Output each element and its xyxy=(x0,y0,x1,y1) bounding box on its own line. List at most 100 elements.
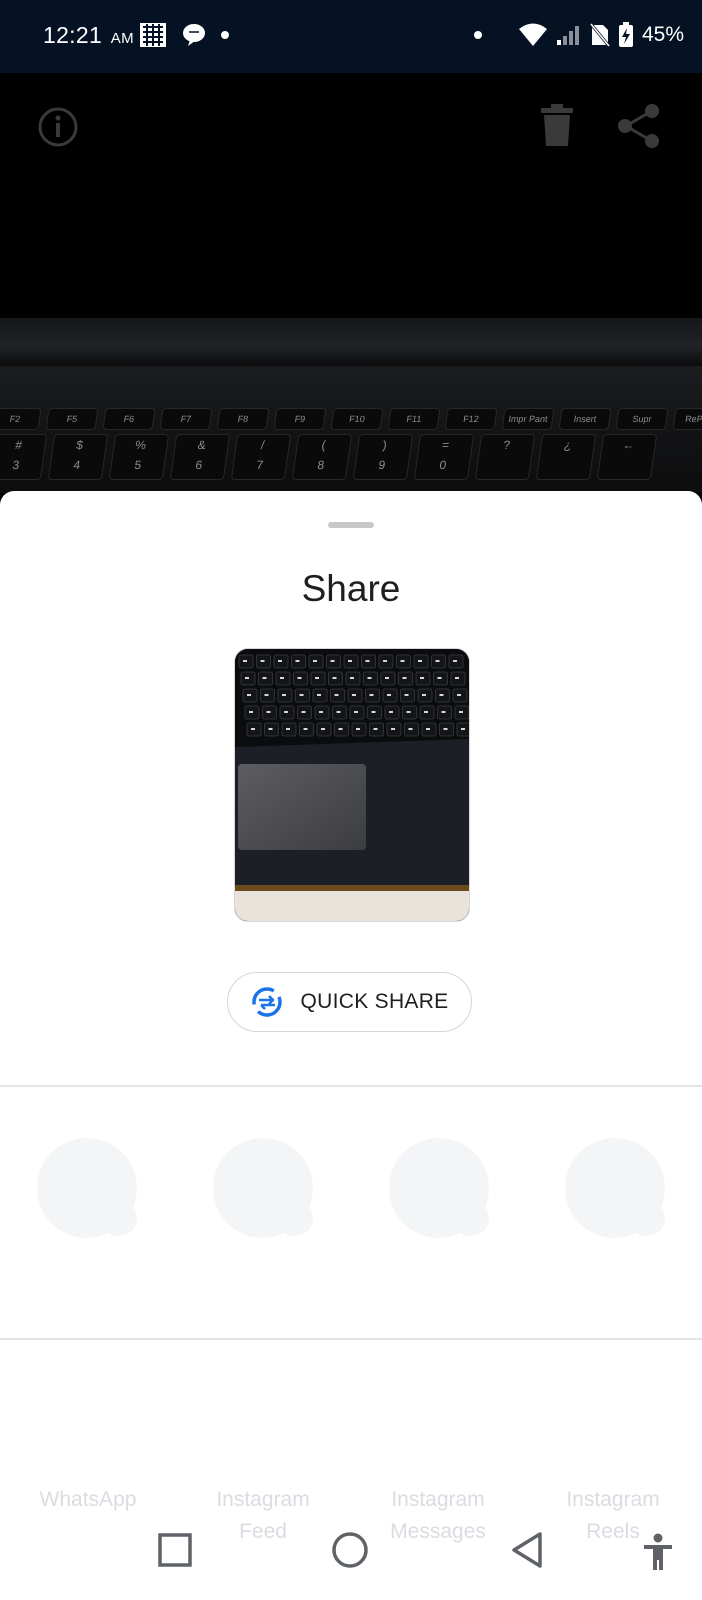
photo-viewer[interactable]: F2 F5 F6 F7 F8 F9 F10 F11 F12 Impr Pant Insert Supr… xyxy=(0,73,702,493)
keyboard-key: F6 xyxy=(102,408,156,430)
keyboard-key: F11 xyxy=(387,408,441,430)
thumbnail-key-legend xyxy=(249,711,253,713)
keyboard-key: F5 xyxy=(45,408,99,430)
app-icon-placeholder[interactable] xyxy=(565,1138,675,1248)
thumbnail-key-legend xyxy=(443,728,448,730)
notification-icons xyxy=(139,22,229,48)
keyboard-fn-row: F2 F5 F6 F7 F8 F9 F10 F11 F12 Impr Pant Insert Supr… xyxy=(0,408,702,430)
thumbnail-key-legend xyxy=(354,711,358,713)
keyboard-key: = 0 xyxy=(413,434,475,480)
keyboard-key: ¿ xyxy=(535,434,597,480)
keyboard-key: F9 xyxy=(273,408,327,430)
thumbnail-key-legend xyxy=(402,677,407,679)
notification-app-icon xyxy=(140,23,166,47)
thumbnail-key-legend xyxy=(424,711,428,713)
thumbnail-key-legend xyxy=(266,711,271,713)
circle-icon[interactable] xyxy=(331,1531,369,1569)
thumbnail-key-legend xyxy=(437,677,442,679)
app-label-instagram-messages[interactable]: Instagram Messages xyxy=(358,1484,518,1548)
thumbnail-key-legend xyxy=(317,694,321,696)
no-sim-icon xyxy=(589,23,610,47)
app-label-line1: WhatsApp xyxy=(39,1488,137,1511)
share-icon[interactable] xyxy=(616,103,662,149)
chat-bubble-icon xyxy=(183,24,205,46)
thumbnail-key-legend xyxy=(426,728,430,730)
app-label-line1: Instagram xyxy=(566,1488,660,1511)
thumbnail-key-legend xyxy=(383,660,387,662)
info-icon[interactable] xyxy=(37,106,79,148)
keyboard-key: ← xyxy=(596,434,658,480)
app-label-instagram-feed[interactable]: Instagram Feed xyxy=(183,1484,343,1548)
keyboard-key: % 5 xyxy=(108,434,170,480)
thumbnail-key-legend xyxy=(315,677,319,679)
thumbnail-key-legend xyxy=(453,660,457,662)
triangle-back-icon[interactable] xyxy=(510,1531,544,1569)
thumbnail-key-legend xyxy=(262,677,267,679)
thumbnail-key-legend xyxy=(369,694,374,696)
keyboard-key: Insert xyxy=(558,408,612,430)
keyboard-key: $4 xyxy=(47,434,109,480)
thumbnail-key-legend xyxy=(356,728,360,730)
app-label-line1: Instagram xyxy=(391,1488,485,1511)
accessibility-icon[interactable] xyxy=(642,1533,674,1571)
square-icon[interactable] xyxy=(158,1533,192,1567)
trash-icon[interactable] xyxy=(540,103,574,147)
keyboard-number-row: #3 $4% 5 & 6/7(8) 9 = 0? ¿ ← xyxy=(0,434,658,480)
thumbnail-key-legend xyxy=(387,694,391,696)
thumbnail-key-legend xyxy=(330,660,335,662)
status-right: 45% xyxy=(473,22,684,48)
laptop-edge xyxy=(0,318,702,366)
app-icon-placeholder[interactable] xyxy=(37,1138,147,1248)
thumbnail-key-legend xyxy=(286,728,290,730)
keyboard-key: F10 xyxy=(330,408,384,430)
app-label-whatsapp[interactable]: WhatsApp xyxy=(8,1484,168,1516)
quick-share-button[interactable]: QUICK SHARE xyxy=(227,972,472,1032)
keyboard-key: ) 9 xyxy=(352,434,414,480)
keyboard-key: F8 xyxy=(216,408,270,430)
divider xyxy=(0,1338,702,1340)
thumbnail-key-legend xyxy=(439,694,444,696)
thumbnail-key-legend xyxy=(422,694,426,696)
thumbnail-key-legend xyxy=(284,711,288,713)
keyboard-key: F2 xyxy=(0,408,42,430)
status-time-ampm: AM xyxy=(110,30,134,47)
thumbnail-key-legend xyxy=(332,677,337,679)
thumbnail-key-legend xyxy=(350,677,354,679)
keyboard-key: (8 xyxy=(291,434,353,480)
thumbnail-key-legend xyxy=(295,660,300,662)
thumbnail-key-legend xyxy=(391,728,395,730)
thumbnail-key-legend xyxy=(334,694,339,696)
thumbnail-key-legend xyxy=(247,694,251,696)
preview-photo xyxy=(235,649,469,921)
shared-image-preview xyxy=(234,648,470,922)
keyboard-key: /7 xyxy=(230,434,292,480)
thumbnail-key-legend xyxy=(303,728,308,730)
thumbnail-key-legend xyxy=(264,694,269,696)
thumbnail-key-legend xyxy=(260,660,265,662)
thumbnail-key-legend xyxy=(457,694,461,696)
app-icon-placeholder[interactable] xyxy=(389,1138,499,1248)
thumbnail-key-legend xyxy=(319,711,323,713)
thumbnail-key-legend xyxy=(420,677,424,679)
photo-keyboard: F2 F5 F6 F7 F8 F9 F10 F11 F12 Impr Pant Insert Supr… xyxy=(0,318,702,493)
thumbnail-key-legend xyxy=(461,728,465,730)
thumbnail-key-legend xyxy=(301,711,306,713)
thumbnail-key-legend xyxy=(373,728,378,730)
notification-dot-icon xyxy=(221,31,229,39)
thumbnail-key-legend xyxy=(365,660,370,662)
battery-percent: 45% xyxy=(641,23,684,46)
thumbnail-key-legend xyxy=(282,694,286,696)
thumbnail-key-legend xyxy=(251,728,255,730)
thumbnail-key-legend xyxy=(280,677,284,679)
app-label-line1: Instagram xyxy=(216,1488,310,1511)
drag-handle[interactable] xyxy=(328,522,374,528)
thumbnail-key-legend xyxy=(348,660,352,662)
thumbnail-key-legend xyxy=(297,677,302,679)
thumbnail-key-legend xyxy=(367,677,372,679)
divider xyxy=(0,1085,702,1087)
quick-share-label: QUICK SHARE xyxy=(300,990,449,1013)
thumbnail-key-legend xyxy=(389,711,393,713)
status-time-value: 12:21 xyxy=(43,22,103,48)
thumbnail-key-legend xyxy=(418,660,422,662)
app-icon-placeholder[interactable] xyxy=(213,1138,323,1248)
